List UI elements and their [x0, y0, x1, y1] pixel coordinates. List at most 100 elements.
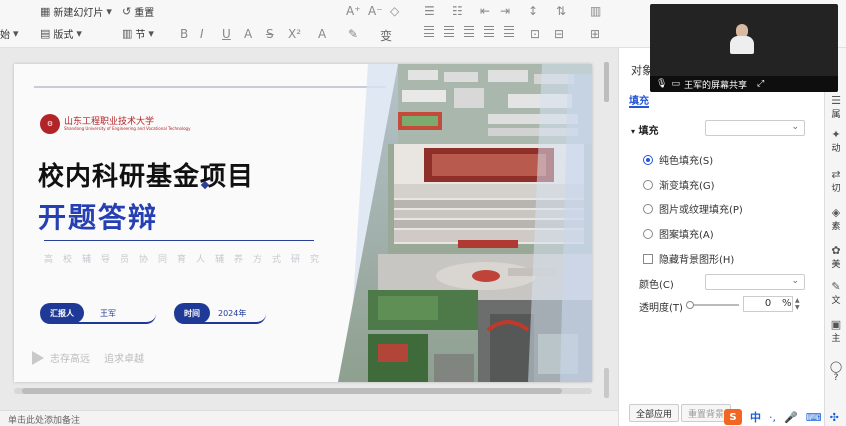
screen-share-bar[interactable]: 🎙 ▭ 王军的屏幕共享 ⤢	[650, 76, 838, 92]
underline-icon[interactable]: U	[222, 27, 231, 41]
text-direction-icon[interactable]: ⇅	[556, 4, 566, 18]
horizontal-scrollbar[interactable]	[14, 388, 592, 394]
transition-icon: ⇄	[831, 168, 841, 181]
align-justify-icon[interactable]	[484, 26, 494, 37]
notes-pane[interactable]: 单击此处添加备注	[0, 410, 618, 426]
strip-text[interactable]: ✎ 文	[825, 280, 846, 306]
expand-icon[interactable]: ⤢	[757, 79, 764, 89]
color-label: 颜色(C)	[639, 280, 674, 291]
align-left-icon[interactable]	[424, 26, 434, 37]
microphone-icon[interactable]: 🎤	[784, 411, 798, 424]
italic-icon[interactable]: I	[200, 27, 204, 41]
smart-art-icon[interactable]: ⊞	[590, 27, 600, 41]
section-button[interactable]: ▥ 节 ▾	[122, 26, 154, 41]
fill-section-header[interactable]: ▾ 填充	[631, 122, 659, 137]
help-icon: ◯	[829, 360, 843, 373]
color-dropdown[interactable]: ⌄	[705, 274, 805, 290]
transparency-slider-knob[interactable]	[686, 301, 694, 309]
solid-fill-option[interactable]: 纯色填充(S)	[643, 152, 713, 167]
bold-icon[interactable]: B	[180, 27, 188, 41]
gradient-fill-radio[interactable]	[643, 179, 653, 190]
university-logo-icon: ⚙	[40, 114, 60, 134]
pattern-fill-radio[interactable]	[643, 228, 653, 239]
tab-fill[interactable]: 填充	[629, 92, 649, 107]
strip-theme[interactable]: ▣ 主	[825, 318, 846, 344]
tools-icon[interactable]: ✣	[830, 411, 839, 424]
ime-sogou-icon[interactable]: S	[724, 409, 742, 425]
hide-background-option[interactable]: 隐藏背景图形(H)	[643, 251, 734, 266]
campus-aerial-photo[interactable]	[338, 64, 592, 382]
section-icon: ▥	[122, 27, 133, 40]
strip-beautify[interactable]: ✿ 美	[825, 244, 846, 270]
input-language-indicator[interactable]: 中	[750, 409, 761, 425]
microphone-icon[interactable]: 🎙	[656, 79, 667, 89]
strip-animation[interactable]: ✦ 动	[825, 128, 846, 154]
fill-type-dropdown[interactable]: ⌄	[705, 120, 805, 136]
highlight-icon[interactable]: ✎	[348, 27, 358, 41]
gradient-fill-option[interactable]: 渐变填充(G)	[643, 177, 715, 192]
screen-share-icon: ▭	[671, 79, 680, 89]
strip-assets[interactable]: ◈ 素	[825, 206, 846, 232]
start-button[interactable]: 始 ▾	[0, 26, 19, 41]
shadow-icon[interactable]: A	[244, 27, 252, 41]
apply-all-button[interactable]: 全部应用	[629, 404, 680, 422]
time-pill[interactable]: 时间 2024年	[174, 303, 266, 324]
title-underline	[44, 240, 314, 241]
transparency-slider[interactable]	[686, 301, 739, 309]
vertical-align-icon[interactable]: ⊟	[554, 27, 564, 41]
keyboard-icon[interactable]: ⌨	[806, 411, 822, 424]
indent-increase-icon[interactable]: ⇥	[500, 4, 510, 18]
screen-share-video-window[interactable]: 🎙 ▭ 王军的屏幕共享 ⤢	[650, 4, 838, 92]
picture-fill-option[interactable]: 图片或纹理填充(P)	[643, 201, 743, 216]
strip-properties[interactable]: ☰ 属	[825, 94, 846, 120]
strip-help[interactable]: ◯?	[825, 360, 846, 383]
transparency-spinner[interactable]: ▲ ▼	[795, 297, 800, 311]
fill-section-label: 填充	[638, 126, 659, 137]
font-shrink-icon[interactable]: A⁻	[368, 4, 383, 18]
strikethrough-icon[interactable]: S	[266, 27, 274, 41]
align-center-icon[interactable]	[444, 26, 454, 37]
superscript-icon[interactable]: X²	[288, 27, 301, 41]
pattern-fill-option[interactable]: 图案填充(A)	[643, 226, 714, 241]
reporter-pill[interactable]: 汇报人 王军	[40, 303, 156, 324]
presentation-app-window: ▦ 新建幻灯片 ▾ ↺ 重置 始 ▾ ▤ 版式 ▾ ▥ 节 ▾ A⁺ A⁻ ◇ …	[0, 0, 846, 426]
tab-fill-underline	[629, 106, 649, 108]
vertical-scrollbar-lower[interactable]	[604, 368, 609, 398]
research-topic-faint[interactable]: 高校辅导员协同育人辅养方式研究	[44, 252, 329, 265]
picture-fill-radio[interactable]	[643, 203, 653, 214]
solid-fill-radio[interactable]	[643, 154, 653, 165]
transparency-label: 透明度(T)	[639, 303, 683, 314]
vertical-scrollbar[interactable]	[604, 62, 609, 102]
numbering-icon[interactable]: ☷	[452, 4, 463, 18]
distribute-icon[interactable]	[504, 26, 514, 37]
layout-button[interactable]: ▤ 版式 ▾	[40, 26, 82, 41]
theme-icon: ▣	[830, 318, 842, 331]
beautify-icon: ✿	[831, 244, 841, 257]
text-box-icon[interactable]: ⊡	[530, 27, 540, 41]
slide-title-line1[interactable]: 校内科研基金项目	[38, 156, 254, 193]
line-spacing-icon[interactable]: ↕	[528, 4, 538, 18]
font-grow-icon[interactable]: A⁺	[346, 4, 361, 18]
indent-decrease-icon[interactable]: ⇤	[480, 4, 490, 18]
slogan-2: 追求卓越	[104, 354, 144, 365]
font-color-icon[interactable]: A	[318, 27, 326, 41]
slide-workspace[interactable]: ⚙ 山东工程职业技术大学 Shandong University of Engi…	[0, 48, 618, 410]
new-slide-button[interactable]: ▦ 新建幻灯片 ▾	[40, 4, 112, 19]
hide-background-checkbox[interactable]	[643, 253, 653, 264]
char-spacing-icon[interactable]: 变	[380, 27, 392, 44]
section-label: 节	[135, 30, 146, 41]
horizontal-scroll-thumb[interactable]	[22, 388, 562, 394]
columns-icon[interactable]: ▥	[590, 4, 601, 18]
punctuation-icon[interactable]: ·,	[769, 411, 776, 424]
slide-canvas[interactable]: ⚙ 山东工程职业技术大学 Shandong University of Engi…	[14, 64, 592, 382]
layout-icon: ▤	[40, 27, 51, 40]
strip-transition[interactable]: ⇄ 切	[825, 168, 846, 194]
slide-title-line2[interactable]: 开题答辩	[38, 196, 158, 236]
chevron-down-icon: ▾	[106, 5, 112, 18]
percent-sign: %	[782, 298, 792, 309]
reset-button[interactable]: ↺ 重置	[122, 4, 154, 19]
clear-format-icon[interactable]: ◇	[390, 4, 399, 18]
system-tray: S 中 ·, 🎤 ⌨ ✣	[720, 408, 846, 426]
align-right-icon[interactable]	[464, 26, 474, 37]
bullets-icon[interactable]: ☰	[424, 4, 435, 18]
